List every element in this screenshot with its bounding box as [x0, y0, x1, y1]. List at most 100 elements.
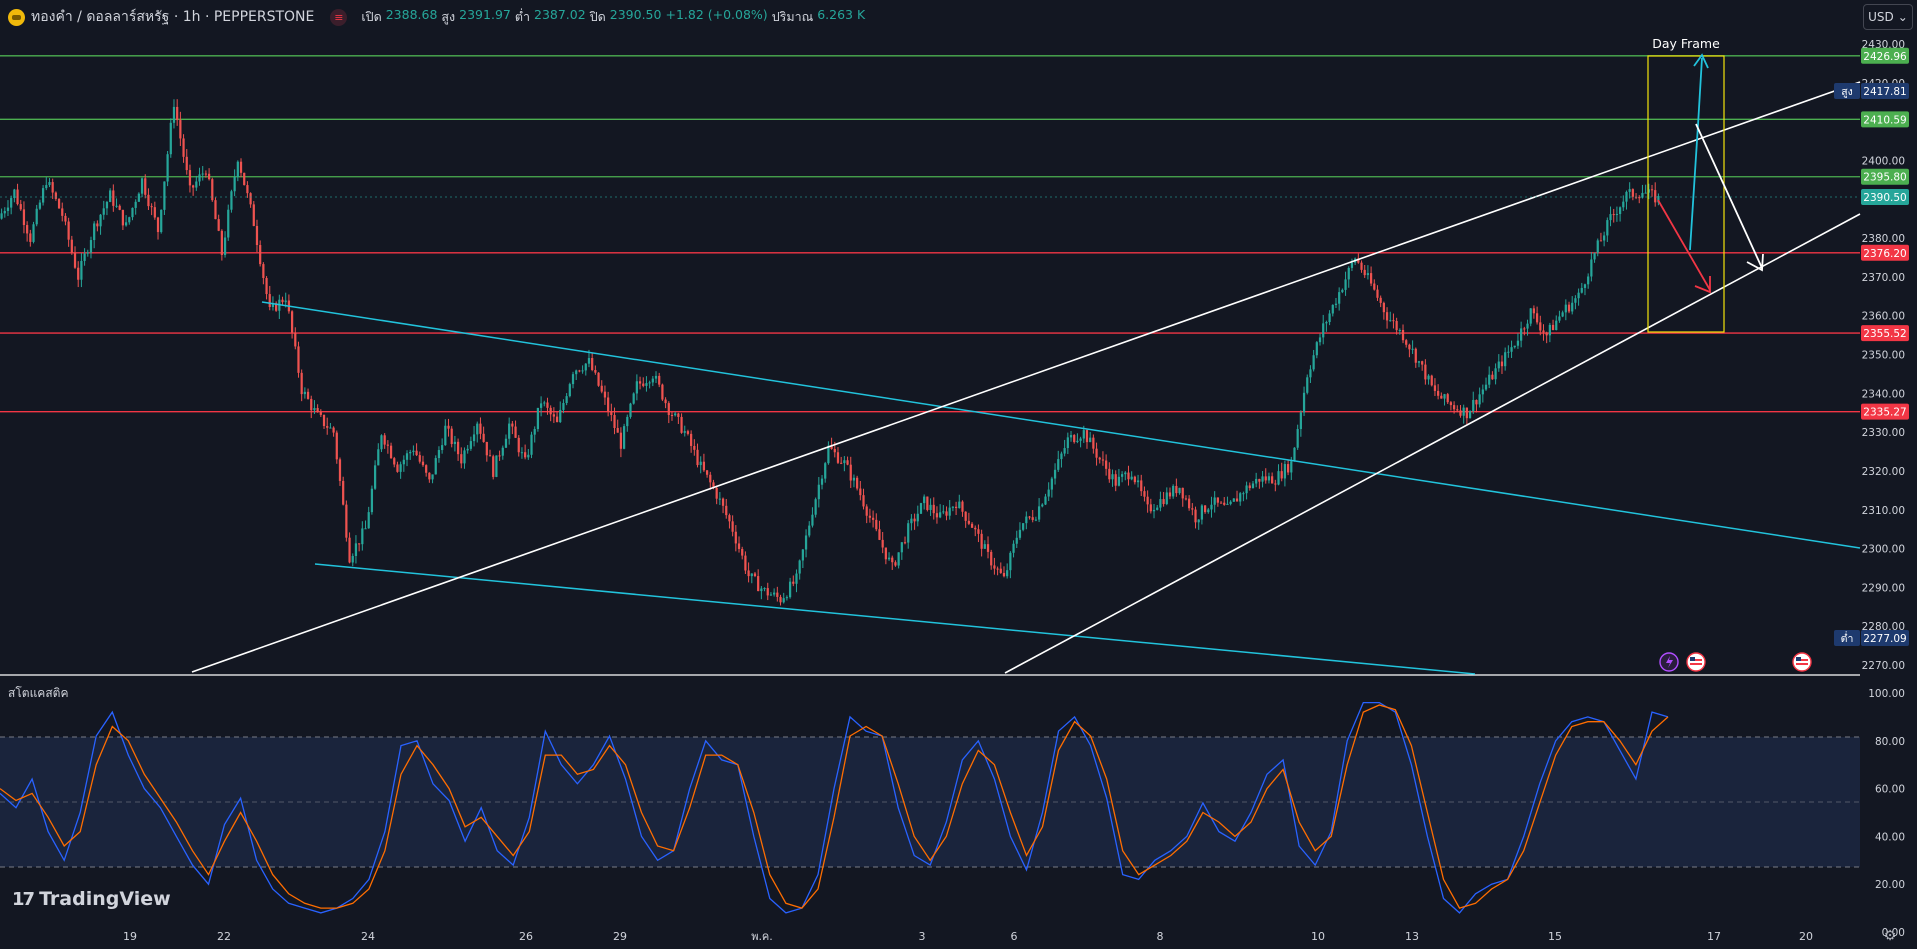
- candle-body: [252, 204, 255, 226]
- candle-body: [1053, 469, 1057, 479]
- candle-body: [294, 332, 297, 347]
- candle-body: [948, 507, 951, 516]
- level-tag-value: 2426.96: [1863, 51, 1907, 63]
- price-tick: 2370.00: [1862, 272, 1905, 284]
- price-tick: 2320.00: [1862, 466, 1905, 478]
- candle-body: [1408, 344, 1411, 350]
- candle-body: [1175, 485, 1178, 494]
- candle-body: [134, 201, 137, 208]
- candle-body: [859, 488, 862, 496]
- menu-icon[interactable]: ≡: [330, 8, 348, 26]
- candle-body: [996, 568, 999, 570]
- price-tick: 2400.00: [1862, 155, 1905, 167]
- candle-body: [112, 190, 115, 206]
- candle-body: [651, 378, 654, 383]
- candle-body: [128, 217, 131, 223]
- candle-body: [1309, 369, 1312, 378]
- candle-body: [843, 460, 846, 464]
- candle-body: [584, 363, 587, 371]
- candle-body: [1079, 438, 1082, 441]
- candle-body: [1606, 220, 1609, 236]
- us-flag-event-icon[interactable]: [1686, 652, 1706, 672]
- candle-body: [530, 434, 533, 455]
- candle-body: [741, 548, 744, 556]
- candle-body: [1389, 320, 1392, 322]
- oscillator-tick: 20.00: [1875, 879, 1905, 891]
- oscillator-title[interactable]: สโตแคสติค: [8, 684, 68, 703]
- candle-body: [383, 435, 386, 445]
- low-tag-value: 2277.09: [1863, 633, 1906, 645]
- candle-body: [1089, 437, 1092, 443]
- candle-body: [1251, 483, 1255, 489]
- candle-body: [1194, 509, 1197, 523]
- candle-body: [555, 416, 559, 423]
- candle-body: [1523, 328, 1526, 330]
- candle-body: [1149, 504, 1152, 512]
- candle-body: [447, 425, 450, 429]
- price-tick: 2360.00: [1862, 311, 1905, 323]
- candle-body: [642, 383, 645, 386]
- candle-body: [632, 393, 635, 404]
- candle-body: [1232, 498, 1235, 502]
- candle-body: [121, 209, 125, 226]
- candle-body: [1162, 499, 1165, 505]
- price-tick: 2300.00: [1862, 544, 1905, 556]
- candle-body: [1405, 340, 1408, 345]
- candle-body: [683, 431, 686, 433]
- candle-body: [303, 391, 306, 395]
- candle-body: [699, 461, 702, 466]
- candle-body: [792, 581, 795, 584]
- symbol-header[interactable]: ทองคำ / ดอลลาร์สหรัฐ · 1h · PEPPERSTONE …: [8, 6, 865, 28]
- candle-body: [1322, 323, 1325, 338]
- candle-body: [99, 214, 102, 227]
- candle-body: [1350, 262, 1354, 268]
- chart-canvas[interactable]: Day Frame 2430.002420.002400.002390.0023…: [0, 0, 1917, 949]
- candle-body: [1376, 289, 1379, 298]
- symbol-title[interactable]: ทองคำ / ดอลลาร์สหรัฐ · 1h · PEPPERSTONE: [31, 6, 314, 28]
- candle-body: [932, 504, 935, 514]
- candle-body: [804, 535, 808, 550]
- candle-body: [1152, 509, 1156, 512]
- candle-body: [1421, 361, 1424, 365]
- candle-body: [709, 474, 712, 483]
- time-tick: 29: [613, 930, 627, 943]
- candle-body: [1277, 471, 1280, 485]
- lightning-event-icon[interactable]: [1659, 652, 1679, 672]
- candle-body: [670, 415, 674, 417]
- candle-body: [412, 450, 415, 452]
- candle-body: [220, 230, 223, 255]
- candle-body: [1539, 322, 1542, 331]
- us-flag-event-icon[interactable]: [1792, 652, 1812, 672]
- candle-body: [1133, 476, 1136, 483]
- candle-body: [702, 461, 706, 471]
- candle-body: [431, 474, 434, 480]
- candle-body: [967, 520, 970, 524]
- candle-body: [1168, 492, 1172, 497]
- candle-body: [0, 213, 3, 219]
- candle-body: [1063, 448, 1066, 454]
- candle-body: [1098, 457, 1101, 460]
- candle-body: [1293, 447, 1296, 462]
- candle-body: [326, 425, 329, 428]
- candle-body: [1203, 505, 1207, 513]
- candle-body: [1577, 292, 1580, 299]
- candle-body: [785, 597, 789, 599]
- candle-body: [1274, 483, 1277, 485]
- gold-icon: [8, 8, 25, 26]
- candle-body: [1456, 409, 1459, 411]
- settings-icon[interactable]: ⚙: [1882, 928, 1898, 944]
- candle-body: [1245, 485, 1248, 494]
- candle-body: [32, 224, 35, 242]
- low-value: 2387.02: [534, 7, 586, 22]
- tradingview-logo[interactable]: 17 TradingView: [12, 888, 171, 910]
- currency-select[interactable]: USD ⌄: [1863, 4, 1913, 30]
- candle-body: [552, 414, 555, 417]
- candle-body: [444, 425, 447, 446]
- candle-body: [1124, 472, 1127, 475]
- candle-body: [77, 267, 80, 280]
- candle-body: [1414, 348, 1417, 363]
- candle-body: [1612, 214, 1615, 216]
- candle-body: [73, 252, 77, 268]
- candle-body: [1191, 508, 1194, 510]
- candle-body: [1114, 474, 1117, 486]
